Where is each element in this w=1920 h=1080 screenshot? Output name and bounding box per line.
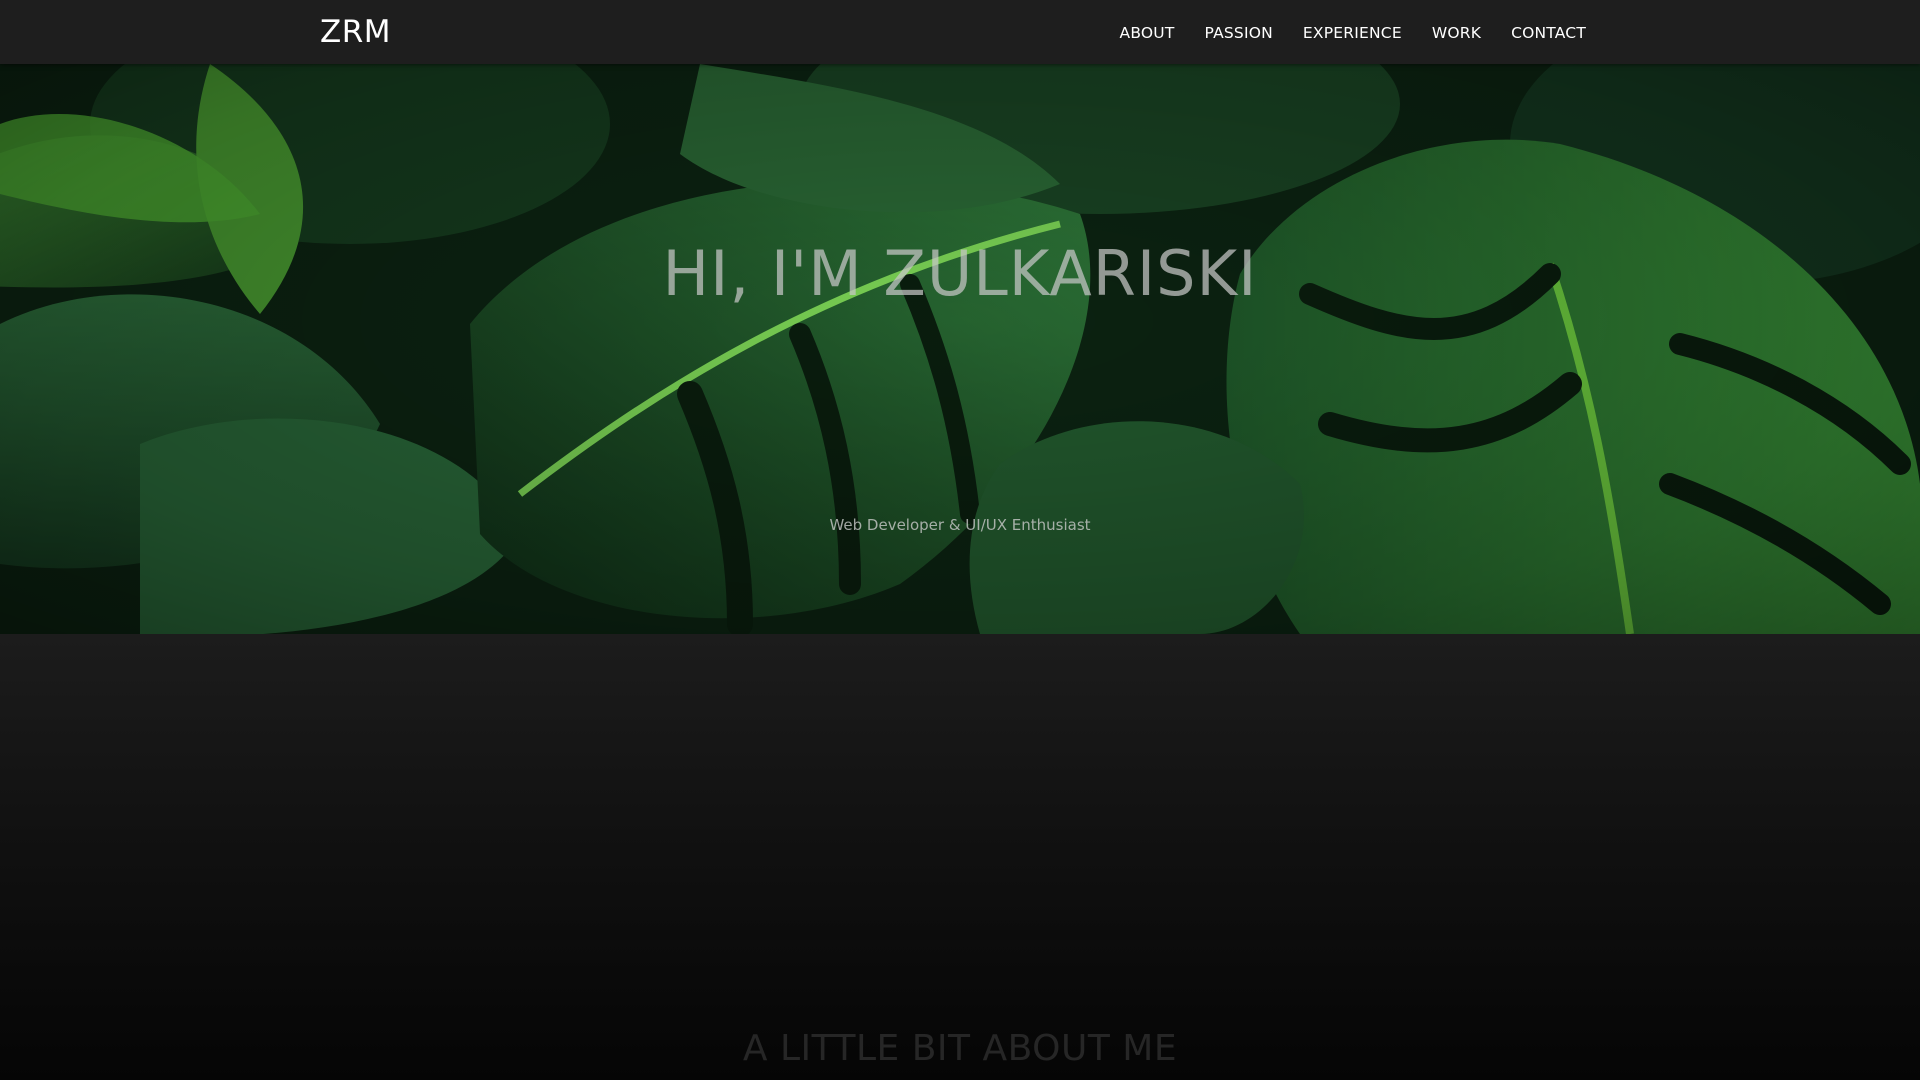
nav-item-experience: EXPERIENCE — [1303, 23, 1402, 42]
top-navbar: ZRM ABOUT PASSION EXPERIENCE WORK CONTAC… — [0, 0, 1920, 64]
nav-link-passion[interactable]: PASSION — [1205, 24, 1273, 42]
nav-link-contact[interactable]: CONTACT — [1511, 24, 1586, 42]
nav-link-about[interactable]: ABOUT — [1120, 24, 1175, 42]
nav-link-experience[interactable]: EXPERIENCE — [1303, 24, 1402, 42]
nav-menu: ABOUT PASSION EXPERIENCE WORK CONTACT — [1090, 0, 1586, 64]
hero-subtitle: Web Developer & UI/UX Enthusiast — [829, 516, 1091, 534]
nav-link-work[interactable]: WORK — [1432, 24, 1481, 42]
nav-item-contact: CONTACT — [1511, 23, 1586, 42]
hero-title: HI, I'M ZULKARISKI — [662, 237, 1258, 310]
hero-section: HI, I'M ZULKARISKI Web Developer & UI/UX… — [0, 64, 1920, 634]
nav-item-passion: PASSION — [1205, 23, 1273, 42]
brand-logo[interactable]: ZRM — [320, 12, 391, 52]
hero-overlay — [0, 64, 1920, 634]
nav-item-about: ABOUT — [1120, 23, 1175, 42]
about-title: A LITTLE BIT ABOUT ME — [742, 1028, 1178, 1069]
about-section: A LITTLE BIT ABOUT ME — [0, 634, 1920, 1080]
nav-item-work: WORK — [1432, 23, 1481, 42]
